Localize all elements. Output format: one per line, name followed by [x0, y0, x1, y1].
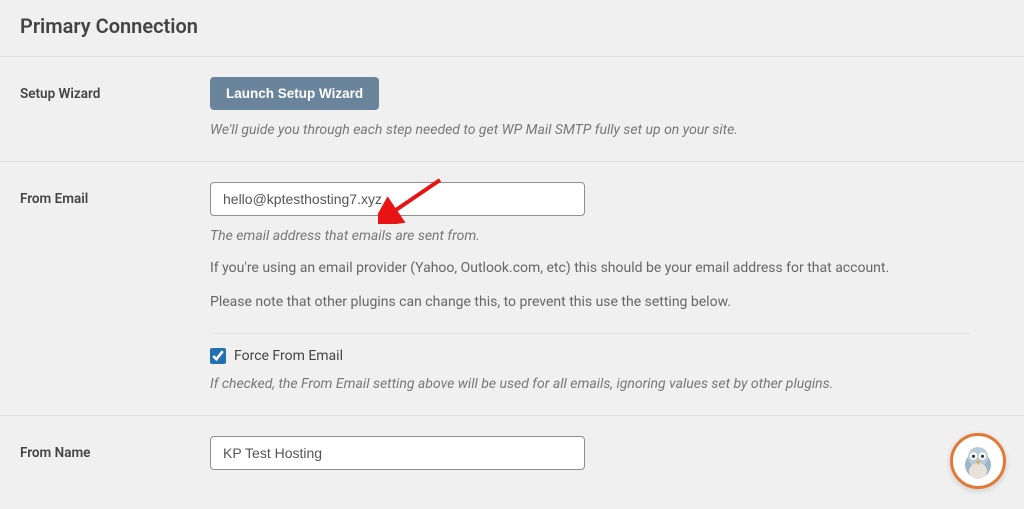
setup-wizard-description: We'll guide you through each step needed… — [210, 120, 990, 141]
from-email-label: From Email — [20, 191, 88, 207]
help-avatar-button[interactable] — [950, 433, 1006, 489]
from-email-desc3: Please note that other plugins can chang… — [210, 291, 990, 315]
from-email-desc1: The email address that emails are sent f… — [210, 226, 990, 247]
setup-wizard-label: Setup Wizard — [20, 86, 100, 102]
divider — [210, 333, 970, 334]
force-from-email-desc: If checked, the From Email setting above… — [210, 374, 990, 395]
launch-setup-wizard-button[interactable]: Launch Setup Wizard — [210, 77, 379, 110]
force-from-email-checkbox[interactable] — [210, 348, 226, 364]
pigeon-avatar-icon — [956, 439, 1000, 483]
from-name-input[interactable] — [210, 436, 585, 470]
from-name-row: From Name — [0, 416, 1024, 490]
force-from-email-checkbox-label[interactable]: Force From Email — [234, 348, 343, 364]
from-email-row: From Email The email address that emails… — [0, 162, 1024, 416]
setup-wizard-row: Setup Wizard Launch Setup Wizard We'll g… — [0, 57, 1024, 162]
from-email-desc2: If you're using an email provider (Yahoo… — [210, 257, 990, 281]
from-email-input[interactable] — [210, 182, 585, 216]
page-title: Primary Connection — [0, 0, 1024, 57]
from-name-label: From Name — [20, 445, 90, 461]
